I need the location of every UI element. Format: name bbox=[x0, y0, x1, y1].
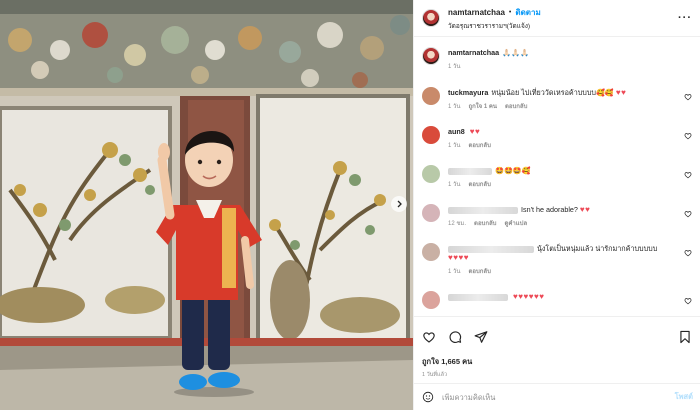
caption-body: namtarnatchaa 🙏🏻🙏🏻🙏🏻 1 วัน bbox=[448, 47, 529, 71]
comment-item: นุ้งโตเป็นหนุ่มแล้ว น่ารักมากค้าบบบบบ ♥♥… bbox=[422, 243, 692, 276]
comment-avatar[interactable] bbox=[422, 291, 440, 309]
comment-text: aun8 ♥♥ bbox=[448, 127, 491, 136]
comment-heart-icon[interactable] bbox=[684, 297, 692, 305]
comment-meta: 12 ชม. ตอบกลับ ดูคำแปล bbox=[448, 218, 590, 228]
chevron-right-icon bbox=[397, 200, 402, 208]
post-side-panel: namtarnatchaa • ติดตาม วัดอรุณราชวรารามฯ… bbox=[413, 0, 700, 410]
reply-button[interactable]: ตอบกลับ bbox=[468, 179, 490, 189]
comment-item: tuckmayura หนุ่มน้อย ไปเที่ยววัดเหรอค้าบบ… bbox=[422, 87, 692, 111]
comment-content: นุ้งโตเป็นหนุ่มแล้ว น่ารักมากค้าบบบบบ bbox=[537, 244, 658, 253]
comment-username[interactable]: tuckmayura bbox=[448, 88, 488, 97]
see-translation-button[interactable]: ดูคำแปล bbox=[504, 218, 527, 228]
comment-composer: โพสต์ bbox=[414, 383, 700, 410]
comment-avatar[interactable] bbox=[422, 243, 440, 261]
comment-text: ♥♥♥♥♥♥ bbox=[448, 292, 545, 301]
post-header: namtarnatchaa • ติดตาม วัดอรุณราชวรารามฯ… bbox=[414, 0, 700, 37]
comment-body: Isn't he adorable? ♥♥ 12 ชม. ตอบกลับ ดูค… bbox=[448, 204, 590, 228]
reply-button[interactable]: ตอบกลับ bbox=[474, 218, 496, 228]
next-photo-button[interactable] bbox=[391, 196, 407, 212]
comment-age: 1 วัน bbox=[448, 269, 461, 275]
comment-age: 1 วัน bbox=[448, 104, 461, 110]
comment-body: aun8 ♥♥ 1 วัน ตอบกลับ bbox=[448, 126, 491, 150]
caption-text: namtarnatchaa 🙏🏻🙏🏻🙏🏻 bbox=[448, 48, 529, 57]
reply-button[interactable]: ตอบกลับ bbox=[468, 266, 490, 276]
comment-item: 🤩🤩🤩🥰 1 วัน ตอบกลับ bbox=[422, 165, 692, 189]
emoji-icon[interactable] bbox=[422, 391, 434, 403]
comment-heart-icon[interactable] bbox=[684, 132, 692, 140]
caption-meta: 1 วัน bbox=[448, 61, 529, 71]
comment-body: นุ้งโตเป็นหนุ่มแล้ว น่ารักมากค้าบบบบบ ♥♥… bbox=[448, 243, 676, 276]
comment-item: Isn't he adorable? ♥♥ 12 ชม. ตอบกลับ ดูค… bbox=[422, 204, 692, 228]
post-timestamp: 1 วันที่แล้ว bbox=[422, 372, 448, 378]
comment-text: นุ้งโตเป็นหนุ่มแล้ว น่ารักมากค้าบบบบบ ♥♥… bbox=[448, 244, 676, 262]
author-info: namtarnatchaa • ติดตาม วัดอรุณราชวรารามฯ… bbox=[448, 6, 541, 31]
comment-input[interactable] bbox=[442, 392, 667, 402]
comment-content: หนุ่มน้อย ไปเที่ยววัดเหรอค้าบบบบ🥰🥰 bbox=[491, 88, 614, 97]
heart-emoji: ♥♥♥♥ bbox=[448, 253, 469, 262]
bookmark-icon[interactable] bbox=[678, 330, 692, 344]
comment-heart-icon[interactable] bbox=[684, 210, 692, 218]
comment-age: 12 ชม. bbox=[448, 221, 467, 227]
author-row: namtarnatchaa • ติดตาม bbox=[448, 6, 541, 19]
caption-avatar[interactable] bbox=[422, 47, 440, 65]
comment-avatar[interactable] bbox=[422, 126, 440, 144]
blurred-username bbox=[448, 206, 518, 214]
blurred-username bbox=[448, 245, 534, 253]
heart-emoji: ♥♥ bbox=[579, 205, 591, 214]
like-count[interactable]: ถูกใจ 1,665 คน bbox=[414, 356, 700, 368]
comment-meta: 1 วัน ตอบกลับ bbox=[448, 266, 676, 276]
separator-dot: • bbox=[508, 8, 512, 16]
reply-button[interactable]: ตอบกลับ bbox=[468, 140, 490, 150]
comment-item: aun8 ♥♥ 1 วัน ตอบกลับ bbox=[422, 126, 692, 150]
comment-meta: 1 วัน ตอบกลับ bbox=[448, 179, 531, 189]
comment-meta: 1 วัน ถูกใจ 1 คน ตอบกลับ bbox=[448, 101, 626, 111]
blurred-username bbox=[448, 293, 508, 301]
heart-emoji: ♥♥ bbox=[469, 127, 481, 136]
comment-text: tuckmayura หนุ่มน้อย ไปเที่ยววัดเหรอค้าบบ… bbox=[448, 88, 626, 97]
caption-username[interactable]: namtarnatchaa bbox=[448, 48, 499, 57]
share-icon[interactable] bbox=[474, 330, 488, 344]
comment-body: 🤩🤩🤩🥰 1 วัน ตอบกลับ bbox=[448, 165, 531, 189]
heart-emoji: ♥♥ bbox=[615, 88, 627, 97]
post-caption: namtarnatchaa 🙏🏻🙏🏻🙏🏻 1 วัน bbox=[422, 47, 692, 71]
comment-age: 1 วัน bbox=[448, 182, 461, 188]
instagram-post-viewer: namtarnatchaa • ติดตาม วัดอรุณราชวรารามฯ… bbox=[0, 0, 700, 410]
caption-age: 1 วัน bbox=[448, 64, 461, 70]
reply-button[interactable]: ตอบกลับ bbox=[505, 101, 527, 111]
post-location[interactable]: วัดอรุณราชวรารามฯ(วัดแจ้ง) bbox=[448, 21, 541, 31]
comment-body: ♥♥♥♥♥♥ bbox=[448, 291, 545, 301]
comment-text: Isn't he adorable? ♥♥ bbox=[448, 205, 590, 214]
comment-text: 🤩🤩🤩🥰 bbox=[448, 166, 531, 175]
comment-age: 1 วัน bbox=[448, 143, 461, 149]
comment-item: ♥♥♥♥♥♥ bbox=[422, 291, 692, 309]
temple-photo-illustration bbox=[0, 0, 413, 410]
more-options-icon[interactable]: ··· bbox=[678, 12, 692, 24]
author-avatar[interactable] bbox=[422, 9, 440, 27]
author-username[interactable]: namtarnatchaa bbox=[448, 8, 505, 17]
post-photo[interactable] bbox=[0, 0, 413, 410]
comment-heart-icon[interactable] bbox=[684, 171, 692, 179]
follow-button[interactable]: ติดตาม bbox=[515, 6, 540, 19]
comment-meta: 1 วัน ตอบกลับ bbox=[448, 140, 491, 150]
comment-username[interactable]: aun8 bbox=[448, 127, 465, 136]
comment-body: tuckmayura หนุ่มน้อย ไปเที่ยววัดเหรอค้าบบ… bbox=[448, 87, 626, 111]
heart-emoji: ♥♥♥♥♥♥ bbox=[513, 292, 545, 301]
blurred-username bbox=[448, 167, 492, 175]
comment-likes[interactable]: ถูกใจ 1 คน bbox=[468, 101, 497, 111]
heart-icon[interactable] bbox=[422, 330, 436, 344]
comment-avatar[interactable] bbox=[422, 87, 440, 105]
comment-heart-icon[interactable] bbox=[684, 249, 692, 257]
post-comment-button[interactable]: โพสต์ bbox=[675, 391, 693, 403]
post-actions-bar bbox=[414, 316, 700, 356]
comment-avatar[interactable] bbox=[422, 165, 440, 183]
comment-icon[interactable] bbox=[448, 330, 462, 344]
comment-avatar[interactable] bbox=[422, 204, 440, 222]
comment-heart-icon[interactable] bbox=[684, 93, 692, 101]
comment-content: Isn't he adorable? bbox=[521, 205, 578, 214]
comments-list[interactable]: namtarnatchaa 🙏🏻🙏🏻🙏🏻 1 วัน tuckmayura หนุ่… bbox=[414, 37, 700, 316]
caption-content: 🙏🏻🙏🏻🙏🏻 bbox=[502, 48, 529, 57]
comment-content: 🤩🤩🤩🥰 bbox=[495, 166, 531, 175]
